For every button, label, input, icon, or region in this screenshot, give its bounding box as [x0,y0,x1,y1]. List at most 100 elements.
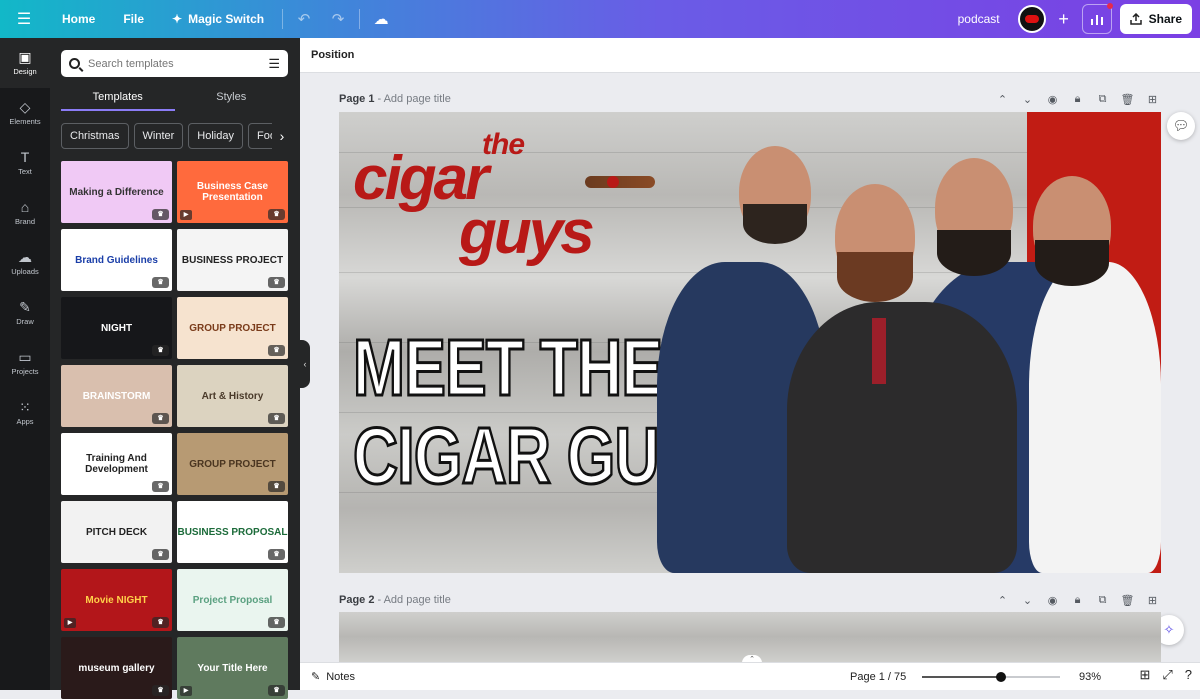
eye-icon[interactable]: ◉ [1044,594,1061,607]
page-1-canvas[interactable]: the cigar guys MEET THE CIGAR GUYS [339,112,1161,573]
template-title: Art & History [201,390,264,402]
chevron-down-icon[interactable]: ⌄ [1019,93,1036,106]
template-thumbnail[interactable]: BRAINSTORM ♛ [61,365,172,427]
avatar-logo [1024,15,1039,23]
category-chips: Christmas Winter Holiday Food [61,123,300,150]
tab-styles[interactable]: Styles [175,87,289,111]
template-thumbnail[interactable]: PITCH DECK ♛ [61,501,172,563]
template-title: GROUP PROJECT [189,458,276,470]
add-page-icon[interactable]: ⊞ [1144,594,1161,607]
sparkle-icon: ✦ [172,12,183,26]
zoom-slider-knob[interactable] [995,672,1006,682]
zoom-level[interactable]: 93% [1079,671,1101,683]
rail-item-text[interactable]: T Text [0,138,50,188]
shapes-icon: ◇ [19,99,31,115]
chip-holiday[interactable]: Holiday [188,123,243,149]
add-page-icon[interactable]: ⊞ [1144,93,1161,106]
template-search[interactable]: ☰ [61,50,288,77]
page-1-header: Page 1 - Add page title ⌃ ⌄ ◉ 🔒︎ ⧉ 🗑︎ ⊞ [339,89,1161,109]
template-title: BRAINSTORM [82,390,151,402]
eye-icon[interactable]: ◉ [1044,93,1061,106]
search-input[interactable] [88,57,261,70]
template-thumbnail[interactable]: Project Proposal ♛ [177,569,288,631]
trash-icon[interactable]: 🗑︎ [1119,93,1136,106]
redo-icon[interactable]: ↷ [321,0,355,38]
side-rail: ▣ Design ◇ Elements T Text ⌂ Brand ☁ Uploads … [0,38,50,690]
page-tools: ⌃ ⌄ ◉ 🔒︎ ⧉ 🗑︎ ⊞ [994,93,1161,106]
filter-sliders-icon[interactable]: ☰ [268,56,280,72]
template-thumbnail[interactable]: Brand Guidelines ♛ [61,229,172,291]
rail-item-draw[interactable]: ✎ Draw [0,288,50,338]
page-indicator[interactable]: Page 1 / 75 [850,671,906,683]
notes-button[interactable]: ✎ Notes [311,670,355,684]
rail-label: Uploads [11,267,39,276]
template-thumbnail[interactable]: GROUP PROJECT ♛ [177,297,288,359]
rail-item-elements[interactable]: ◇ Elements [0,88,50,138]
toolbar-divider [282,9,284,29]
crown-icon: ♛ [152,209,169,220]
cloud-saved-icon[interactable]: ☁ [364,0,398,38]
share-label: Share [1148,12,1182,26]
crown-icon: ♛ [268,345,285,356]
rail-item-uploads[interactable]: ☁ Uploads [0,238,50,288]
rail-item-brand[interactable]: ⌂ Brand [0,188,50,238]
trash-icon[interactable]: 🗑︎ [1119,594,1136,607]
tab-templates[interactable]: Templates [61,87,175,111]
lock-icon[interactable]: 🔒︎ [1069,93,1086,106]
share-button[interactable]: Share [1119,4,1192,34]
chevron-right-icon[interactable]: › [272,123,292,149]
avatar[interactable] [1017,5,1046,33]
fullscreen-icon[interactable]: ⤢ [1162,667,1172,683]
layout-icon: ▣ [18,49,32,65]
chevron-down-icon[interactable]: ⌄ [1019,594,1036,607]
crown-icon: ♛ [152,617,169,628]
template-title: BUSINESS PROPOSAL [177,526,288,538]
comment-add-icon[interactable]: 💬︎ [1167,112,1195,140]
template-title: PITCH DECK [85,526,148,538]
template-thumbnail[interactable]: Art & History ♛ [177,365,288,427]
home-button[interactable]: Home [48,0,109,38]
template-thumbnail[interactable]: BUSINESS PROJECT ♛ [177,229,288,291]
undo-icon[interactable]: ↶ [287,0,321,38]
crown-icon: ♛ [268,413,285,424]
template-thumbnail[interactable]: BUSINESS PROPOSAL ♛ [177,501,288,563]
grid-view-icon[interactable]: ⊞ [1139,667,1150,683]
crown-icon: ♛ [268,549,285,560]
logo-text-the: the [482,128,525,161]
chevron-up-icon[interactable]: ⌃ [994,594,1011,607]
help-icon[interactable]: ? [1185,667,1192,683]
chip-christmas[interactable]: Christmas [61,123,129,149]
file-menu-button[interactable]: File [109,0,158,38]
add-collaborator-icon[interactable]: + [1054,9,1074,30]
chip-winter[interactable]: Winter [133,123,184,149]
rail-label: Elements [9,117,41,126]
page-2-title-input[interactable]: - Add page title [377,594,450,606]
template-thumbnail[interactable]: Training And Development ♛ [61,433,172,495]
rail-item-design[interactable]: ▣ Design [0,38,50,88]
zoom-slider-fill [922,676,1001,678]
duplicate-icon[interactable]: ⧉ [1094,594,1111,607]
template-thumbnail[interactable]: NIGHT ♛ [61,297,172,359]
duplicate-icon[interactable]: ⧉ [1094,93,1111,106]
design-name[interactable]: podcast [958,12,1000,26]
rail-item-apps[interactable]: ⁙ Apps [0,388,50,438]
notification-dot [1106,3,1113,9]
template-thumbnail[interactable]: Business Case Presentation ♛ ▶ [177,161,288,223]
chevron-up-icon[interactable]: ⌃ [994,93,1011,106]
template-thumbnail[interactable]: Movie NIGHT ♛ ▶ [61,569,172,631]
insights-button[interactable] [1081,3,1113,34]
position-button[interactable]: Position [311,49,354,61]
menu-icon[interactable]: ☰ [0,0,48,38]
share-icon [1129,13,1142,25]
lock-icon[interactable]: 🔒︎ [1069,594,1086,607]
page-1-title-input[interactable]: - Add page title [377,93,450,105]
collapse-panel-handle[interactable]: ‹ [300,340,310,388]
pen-icon: ✎ [19,299,31,315]
zoom-slider[interactable] [922,672,1060,682]
play-icon: ▶ [180,210,192,220]
template-thumbnail[interactable]: Making a Difference ♛ [61,161,172,223]
template-thumbnail[interactable]: GROUP PROJECT ♛ [177,433,288,495]
person-4-beard [1035,240,1109,286]
magic-switch-button[interactable]: ✦ Magic Switch [158,0,278,38]
rail-item-projects[interactable]: ▭ Projects [0,338,50,388]
